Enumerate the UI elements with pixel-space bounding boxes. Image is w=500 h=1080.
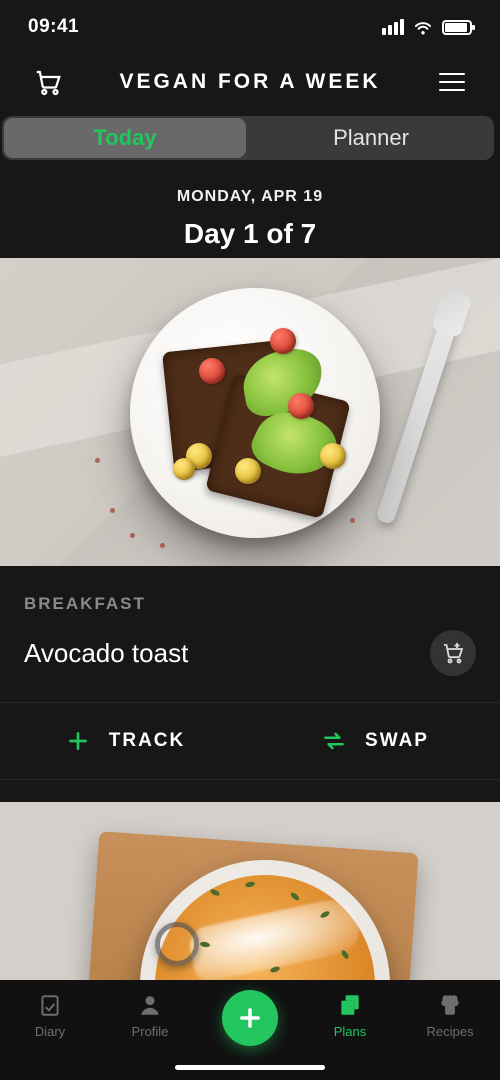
page-title: VEGAN FOR A WEEK [68, 70, 432, 94]
status-bar: 09:41 [0, 0, 500, 54]
track-label: TRACK [109, 730, 186, 752]
profile-icon [137, 992, 163, 1018]
cart-plus-icon [441, 641, 465, 665]
tab-diary-label: Diary [35, 1024, 65, 1039]
diary-icon [37, 992, 63, 1018]
status-time: 09:41 [28, 16, 79, 38]
touch-indicator [155, 922, 199, 966]
menu-button[interactable] [432, 62, 472, 102]
tab-bar: Diary Profile Plans Recipes [0, 980, 500, 1080]
hamburger-icon [439, 73, 465, 91]
meal-category: BREAKFAST [24, 594, 476, 614]
tab-plans[interactable]: Plans [305, 992, 395, 1039]
screen: 09:41 VEGAN FOR A WEEK [0, 0, 500, 1080]
cart-button[interactable] [28, 62, 68, 102]
day-progress: Day 1 of 7 [0, 218, 500, 250]
status-indicators [382, 19, 472, 35]
wifi-icon [412, 19, 434, 35]
meal-meta: BREAKFAST Avocado toast [0, 566, 500, 694]
tab-profile-label: Profile [132, 1024, 169, 1039]
home-indicator[interactable] [175, 1065, 325, 1070]
battery-icon [442, 20, 472, 35]
meal-list[interactable]: BREAKFAST Avocado toast TRACK [0, 258, 500, 980]
plus-icon [65, 728, 91, 754]
cellular-signal-icon [382, 19, 404, 35]
plus-icon [236, 1004, 264, 1032]
date-label: MONDAY, APR 19 [0, 188, 500, 206]
swap-icon [321, 728, 347, 754]
tab-diary[interactable]: Diary [5, 992, 95, 1039]
recipes-icon [437, 992, 463, 1018]
meal-image-next[interactable] [0, 802, 500, 980]
tab-plans-label: Plans [334, 1024, 367, 1039]
tab-planner[interactable]: Planner [250, 118, 492, 158]
meal-image-breakfast[interactable] [0, 258, 500, 566]
track-button[interactable]: TRACK [0, 703, 250, 779]
tab-profile[interactable]: Profile [105, 992, 195, 1039]
tab-today[interactable]: Today [4, 118, 246, 158]
swap-button[interactable]: SWAP [250, 703, 500, 779]
tab-recipes[interactable]: Recipes [405, 992, 495, 1039]
date-heading: MONDAY, APR 19 Day 1 of 7 [0, 166, 500, 258]
header: VEGAN FOR A WEEK [0, 54, 500, 110]
add-fab[interactable] [222, 990, 278, 1046]
meal-name: Avocado toast [24, 638, 188, 669]
segmented-control: Today Planner [0, 110, 500, 166]
tab-recipes-label: Recipes [427, 1024, 474, 1039]
plans-icon [337, 992, 363, 1018]
swap-label: SWAP [365, 730, 429, 752]
meal-actions: TRACK SWAP [0, 702, 500, 780]
add-to-cart-button[interactable] [430, 630, 476, 676]
cart-icon [33, 67, 63, 97]
